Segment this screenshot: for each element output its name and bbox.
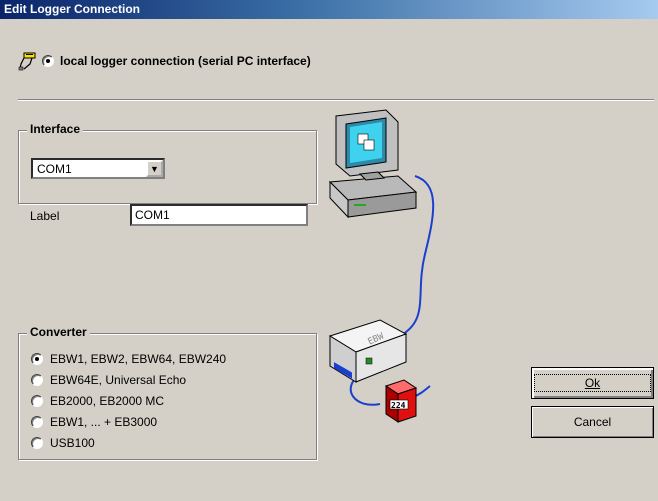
com-port-value: COM1 bbox=[37, 162, 72, 176]
converter-group-title: Converter bbox=[27, 325, 90, 339]
connection-option-row[interactable]: local logger connection (serial PC inter… bbox=[18, 51, 311, 71]
ok-button-label: Ok bbox=[584, 376, 601, 390]
logger-device-icon: 224 bbox=[384, 379, 418, 423]
converter-option-label: EBW1, EBW2, EBW64, EBW240 bbox=[50, 351, 227, 366]
converter-option-label: USB100 bbox=[50, 435, 95, 450]
local-connection-label: local logger connection (serial PC inter… bbox=[60, 54, 311, 68]
converter-radio[interactable] bbox=[31, 394, 43, 407]
label-field[interactable] bbox=[130, 204, 308, 226]
converter-option-label: EB2000, EB2000 MC bbox=[50, 393, 165, 408]
converter-option[interactable]: EBW1, EBW2, EBW64, EBW240 bbox=[31, 348, 226, 369]
label-input[interactable] bbox=[132, 206, 306, 224]
computer-icon bbox=[328, 109, 418, 219]
converter-option[interactable]: USB100 bbox=[31, 432, 226, 453]
converter-radio[interactable] bbox=[31, 352, 43, 365]
chevron-down-icon[interactable]: ▼ bbox=[146, 160, 163, 177]
converter-group: Converter EBW1, EBW2, EBW64, EBW240 EBW6… bbox=[18, 325, 317, 460]
converter-radio[interactable] bbox=[31, 373, 43, 386]
converter-options: EBW1, EBW2, EBW64, EBW240 EBW64E, Univer… bbox=[31, 348, 226, 453]
cancel-button-label: Cancel bbox=[573, 415, 612, 429]
converter-radio[interactable] bbox=[31, 436, 43, 449]
connection-illustration: EBW 224 bbox=[328, 109, 435, 423]
serial-cable-icon bbox=[18, 52, 36, 71]
converter-option-label: EBW1, ... + EB3000 bbox=[50, 414, 158, 429]
window-title: Edit Logger Connection bbox=[0, 0, 658, 19]
local-connection-radio[interactable] bbox=[42, 55, 54, 67]
converter-radio[interactable] bbox=[31, 415, 43, 428]
ok-button[interactable]: Ok bbox=[531, 367, 654, 399]
cancel-button[interactable]: Cancel bbox=[531, 406, 654, 438]
separator bbox=[18, 99, 654, 101]
converter-option-label: EBW64E, Universal Echo bbox=[50, 372, 187, 387]
converter-option[interactable]: EB2000, EB2000 MC bbox=[31, 390, 226, 411]
converter-option[interactable]: EBW1, ... + EB3000 bbox=[31, 411, 226, 432]
converter-box-icon: EBW bbox=[328, 319, 408, 383]
logger-display: 224 bbox=[391, 401, 406, 410]
interface-group-title: Interface bbox=[27, 122, 84, 136]
label-caption: Label bbox=[30, 209, 60, 223]
interface-group: Interface COM1 ▼ bbox=[18, 122, 317, 204]
converter-option[interactable]: EBW64E, Universal Echo bbox=[31, 369, 226, 390]
edit-logger-connection-dialog: Edit Logger Connection local logger conn… bbox=[0, 0, 658, 501]
com-port-select[interactable]: COM1 ▼ bbox=[31, 158, 165, 179]
